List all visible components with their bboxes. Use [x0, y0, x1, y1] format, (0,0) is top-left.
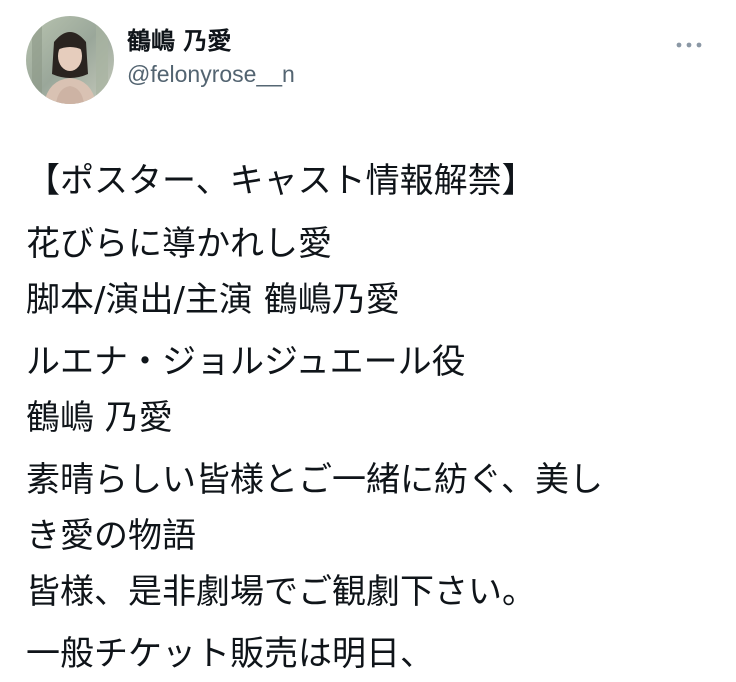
- tweet-line: 花びらに導かれし愛: [26, 224, 332, 264]
- tweet-line: き愛の物語: [26, 516, 196, 556]
- profile-photo-icon: [26, 16, 114, 104]
- author-names: 鶴嶋 乃愛 @felonyrose__n: [127, 26, 295, 88]
- more-options-button[interactable]: [674, 38, 704, 52]
- more-options-icon: [676, 42, 702, 48]
- tweet-line: ルエナ・ジョルジュエール役: [26, 342, 466, 382]
- user-handle[interactable]: @felonyrose__n: [127, 60, 295, 88]
- tweet: 鶴嶋 乃愛 @felonyrose__n 【ポスター、キャスト情報解禁】 花びら…: [0, 0, 736, 674]
- avatar[interactable]: [26, 16, 114, 104]
- tweet-line: 素晴らしい皆様とご一緒に紡ぐ、美し: [26, 460, 603, 500]
- display-name[interactable]: 鶴嶋 乃愛: [127, 26, 295, 56]
- tweet-header: 鶴嶋 乃愛 @felonyrose__n: [26, 16, 716, 104]
- tweet-line: 脚本/演出/主演 鶴嶋乃愛: [26, 280, 400, 320]
- tweet-text: 【ポスター、キャスト情報解禁】 花びらに導かれし愛 脚本/演出/主演 鶴嶋乃愛 …: [26, 152, 726, 682]
- tweet-line: 【ポスター、キャスト情報解禁】: [26, 161, 536, 201]
- tweet-line: 鶴嶋 乃愛: [26, 398, 173, 438]
- tweet-line: 一般チケット販売は明日、: [26, 634, 434, 674]
- tweet-line: 皆様、是非劇場でご観劇下さい。: [26, 572, 536, 612]
